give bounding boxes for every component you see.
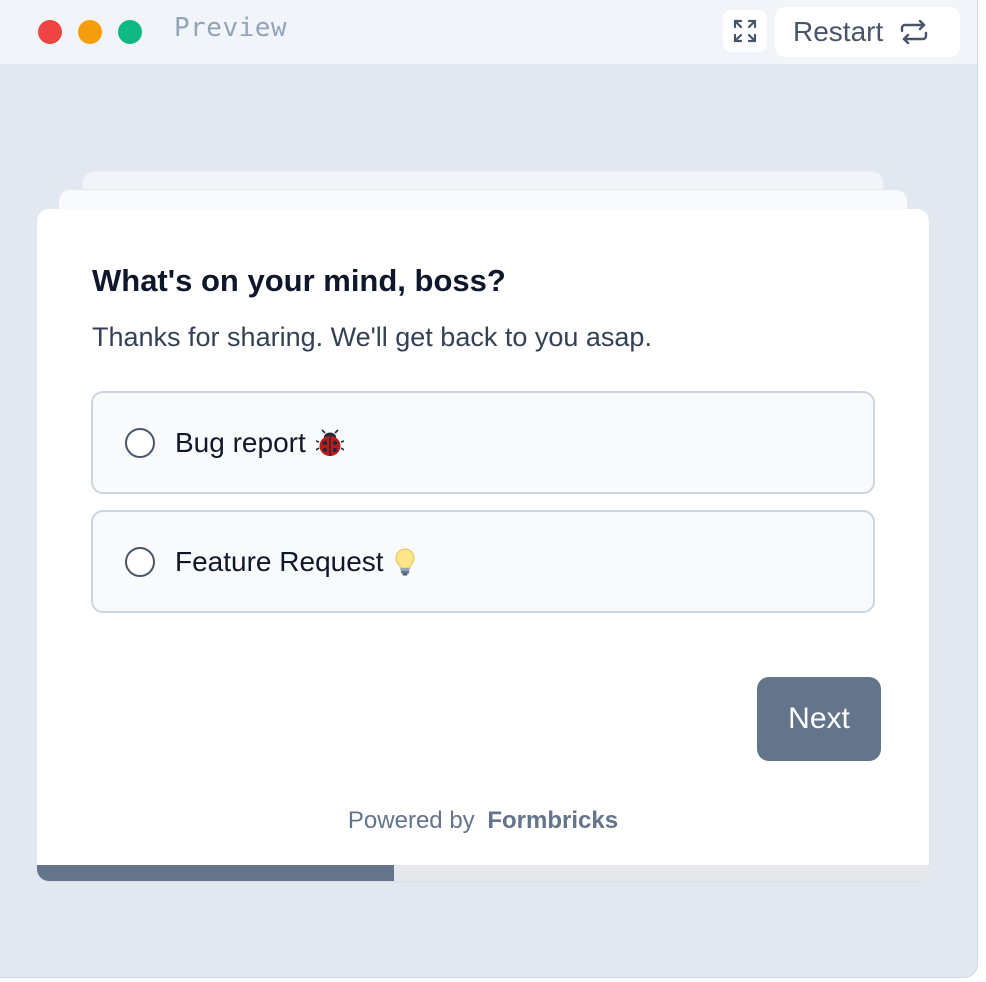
minimize-window-control[interactable] xyxy=(78,20,102,44)
next-button[interactable]: Next xyxy=(757,677,881,761)
option-feature-request[interactable]: Feature Request xyxy=(91,510,875,613)
maximize-window-control[interactable] xyxy=(118,20,142,44)
question-subheader: Thanks for sharing. We'll get back to yo… xyxy=(92,322,652,352)
repeat-icon xyxy=(901,20,928,44)
progress-fill xyxy=(37,865,394,881)
expand-arrows-icon xyxy=(733,19,757,43)
option-bug-report[interactable]: Bug report xyxy=(91,391,875,494)
radio-button[interactable] xyxy=(125,546,155,577)
progress-bar xyxy=(37,865,929,881)
restart-label: Restart xyxy=(793,16,884,47)
survey-card: What's on your mind, boss? Thanks for sh… xyxy=(37,209,929,881)
powered-by-brand[interactable]: Formbricks xyxy=(487,807,618,834)
ladybug-icon xyxy=(315,428,344,457)
powered-by[interactable]: Powered by Formbricks xyxy=(37,807,929,835)
restart-button[interactable]: Restart xyxy=(775,7,960,57)
window-titlebar: Preview Restart xyxy=(0,0,977,64)
question-heading: What's on your mind, boss? xyxy=(92,263,506,298)
preview-window: Preview Restart What's on your mind, bos… xyxy=(0,0,978,978)
lightbulb-icon xyxy=(394,547,416,577)
expand-button[interactable] xyxy=(723,10,767,52)
option-label: Feature Request xyxy=(175,545,384,577)
option-label: Bug report xyxy=(175,426,306,458)
radio-button[interactable] xyxy=(125,427,155,458)
window-title: Preview xyxy=(174,13,288,43)
powered-by-prefix: Powered by xyxy=(347,807,475,834)
close-window-control[interactable] xyxy=(38,20,62,44)
